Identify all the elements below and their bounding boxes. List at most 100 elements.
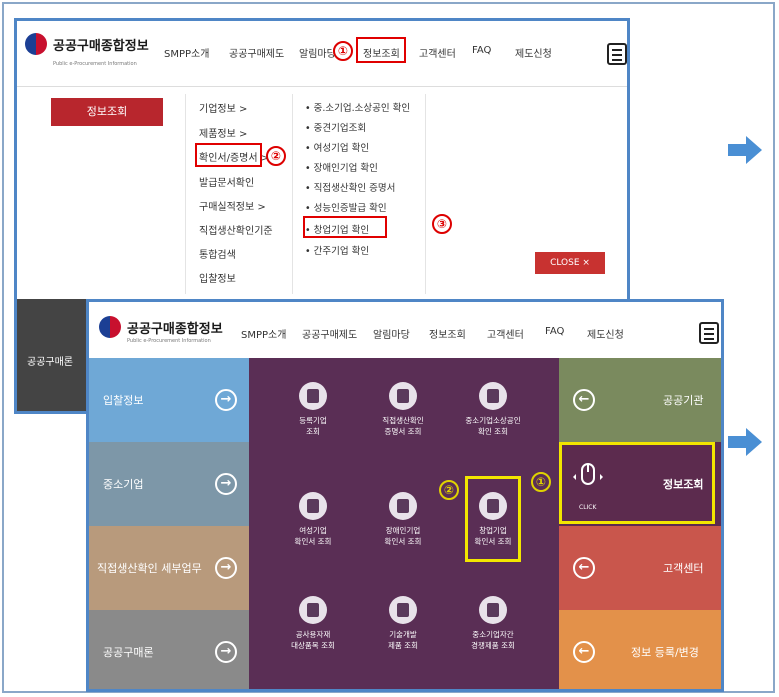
arrow-right-icon xyxy=(728,136,762,164)
highlight-certificates xyxy=(195,143,262,167)
screenshot-main-page: 공공구매종합정보 Public e-Procurement Informatio… xyxy=(86,299,724,692)
nav-support[interactable]: 고객센터 xyxy=(487,326,524,341)
nav-info[interactable]: 정보조회 xyxy=(429,326,466,341)
submenu-disabled[interactable]: • 장애인기업 확인 xyxy=(305,160,378,174)
left-menu-column: 입찰정보 → 중소기업 → 직접생산확인 세부업무 → 공공구매론 → xyxy=(89,358,249,689)
step-marker-3: ③ xyxy=(432,214,452,234)
nav-system[interactable]: 공공구매제도 xyxy=(229,45,284,60)
arrow-right-circle-icon[interactable]: → xyxy=(215,641,237,663)
right-block-label: 정보 등록/변경 xyxy=(631,646,699,659)
arrow-left-circle-icon[interactable]: ← xyxy=(573,641,595,663)
submenu-deemed[interactable]: • 간주기업 확인 xyxy=(305,243,369,257)
tile-direct-production-cert[interactable]: 직접생산확인 증명서 조회 xyxy=(363,382,443,437)
highlight-info-block xyxy=(559,442,715,524)
tile-label: 등록기업 조회 xyxy=(299,416,327,436)
left-block-direct-production[interactable]: 직접생산확인 세부업무 → xyxy=(89,526,249,610)
building-search-icon xyxy=(299,382,327,410)
left-block-label: 중소기업 xyxy=(103,478,144,491)
close-button[interactable]: CLOSE × xyxy=(535,252,605,274)
tile-label: 여성기업 확인서 조회 xyxy=(294,526,332,546)
submenu-performance[interactable]: • 성능인증발급 확인 xyxy=(305,200,387,214)
logo-subtitle: Public e-Procurement Information xyxy=(127,338,211,344)
menu-product-info[interactable]: 제품정보 > xyxy=(199,125,247,140)
submenu-sme-check[interactable]: • 중.소기업.소상공인 확인 xyxy=(305,100,410,114)
nav-faq[interactable]: FAQ xyxy=(472,45,491,56)
menu-bid-info[interactable]: 입찰정보 xyxy=(199,270,236,285)
nav-proposal[interactable]: 제도신청 xyxy=(515,45,552,60)
arrow-right-icon xyxy=(728,428,762,456)
submenu-midsize[interactable]: • 중견기업조회 xyxy=(305,120,366,134)
tile-disabled-company[interactable]: 장애인기업 확인서 조회 xyxy=(363,492,443,547)
nav-faq[interactable]: FAQ xyxy=(545,326,564,337)
site-header: 공공구매종합정보 Public e-Procurement Informatio… xyxy=(89,302,721,358)
menu-direct-production[interactable]: 직접생산확인기준 xyxy=(199,222,273,237)
hamburger-menu-icon[interactable] xyxy=(607,43,627,65)
arrow-left-circle-icon[interactable]: ← xyxy=(573,389,595,411)
right-block-label: 고객센터 xyxy=(663,562,704,575)
nav-smpp[interactable]: SMPP소개 xyxy=(241,326,286,341)
tile-construction-material[interactable]: 공사용자재 대상품목 조회 xyxy=(273,596,353,651)
submenu-direct-cert[interactable]: • 직접생산확인 증명서 xyxy=(305,180,395,194)
left-block-sme[interactable]: 중소기업 → xyxy=(89,442,249,526)
tile-label: 장애인기업 확인서 조회 xyxy=(384,526,422,546)
highlight-startup xyxy=(303,216,387,238)
arrow-left-circle-icon[interactable]: ← xyxy=(573,557,595,579)
logo-emblem-icon xyxy=(99,316,121,338)
dropdown-title-button[interactable]: 정보조회 xyxy=(51,98,163,126)
step-marker-2: ② xyxy=(266,146,286,166)
step-marker-2: ② xyxy=(439,480,459,500)
step-marker-1: ① xyxy=(531,472,551,492)
left-block-bid[interactable]: 입찰정보 → xyxy=(89,358,249,442)
menu-company-info[interactable]: 기업정보 > xyxy=(199,100,247,115)
cart-icon xyxy=(299,596,327,624)
tile-label: 기술개발 제품 조회 xyxy=(388,630,418,650)
nav-proposal[interactable]: 제도신청 xyxy=(587,326,624,341)
submenu-women[interactable]: • 여성기업 확인 xyxy=(305,140,369,154)
center-tile-panel: 등록기업 조회 직접생산확인 증명서 조회 중소기업소상공인 확인 조회 여성기… xyxy=(249,358,559,689)
nav-notice[interactable]: 알림마당 xyxy=(373,326,410,341)
right-block-public[interactable]: ← 공공기관 xyxy=(559,358,721,442)
left-block-label: 입찰정보 xyxy=(103,394,144,407)
tile-sme-competition[interactable]: 중소기업자간 경쟁제품 조회 xyxy=(453,596,533,651)
site-header: 공공구매종합정보 Public e-Procurement Informatio… xyxy=(17,21,627,87)
logo-title: 공공구매종합정보 xyxy=(127,321,223,337)
nav-system[interactable]: 공공구매제도 xyxy=(302,326,357,341)
arrow-right-circle-icon[interactable]: → xyxy=(215,473,237,495)
document-search-icon xyxy=(479,596,507,624)
tile-label: 중소기업소상공인 확인 조회 xyxy=(465,416,521,436)
arrow-right-circle-icon[interactable]: → xyxy=(215,557,237,579)
person-check-icon xyxy=(479,382,507,410)
left-block-label: 공공구매론 xyxy=(103,646,154,659)
tile-label: 중소기업자간 경쟁제품 조회 xyxy=(471,630,515,650)
site-logo[interactable]: 공공구매종합정보 xyxy=(25,33,149,55)
tile-tech-product[interactable]: 기술개발 제품 조회 xyxy=(363,596,443,651)
left-block-theory[interactable]: 공공구매론 → xyxy=(89,610,249,689)
menu-issued-docs[interactable]: 발급문서확인 xyxy=(199,174,254,189)
hamburger-menu-icon[interactable] xyxy=(699,322,719,344)
tile-sme-check[interactable]: 중소기업소상공인 확인 조회 xyxy=(453,382,533,437)
logo-subtitle: Public e-Procurement Information xyxy=(53,61,137,67)
nav-support[interactable]: 고객센터 xyxy=(419,45,456,60)
nav-smpp[interactable]: SMPP소개 xyxy=(164,45,209,60)
site-logo[interactable]: 공공구매종합정보 xyxy=(99,316,223,338)
menu-purchase-record[interactable]: 구매실적정보 > xyxy=(199,198,266,213)
factory-icon xyxy=(389,382,417,410)
nav-notice[interactable]: 알림마당 xyxy=(299,45,336,60)
tile-registered-company[interactable]: 등록기업 조회 xyxy=(273,382,353,437)
tile-label: 공사용자재 대상품목 조회 xyxy=(291,630,335,650)
divider xyxy=(185,94,186,294)
step-marker-1: ① xyxy=(333,41,353,61)
arrow-right-circle-icon[interactable]: → xyxy=(215,389,237,411)
right-block-support[interactable]: ← 고객센터 xyxy=(559,526,721,610)
divider xyxy=(292,94,293,294)
person-search-icon xyxy=(299,492,327,520)
tile-women-company[interactable]: 여성기업 확인서 조회 xyxy=(273,492,353,547)
logo-emblem-icon xyxy=(25,33,47,55)
right-block-label: 공공기관 xyxy=(663,394,704,407)
info-dropdown-panel: 정보조회 기업정보 > 제품정보 > 확인서/증명서 > ② 발급문서확인 구매… xyxy=(17,88,627,298)
right-menu-column: ← 공공기관 CLICK 정보조회 ← 고객센터 ← 정보 등록/변경 xyxy=(559,358,721,689)
tile-label: 직접생산확인 증명서 조회 xyxy=(382,416,424,436)
menu-integrated-search[interactable]: 통합검색 xyxy=(199,246,236,261)
right-block-register[interactable]: ← 정보 등록/변경 xyxy=(559,610,721,689)
divider xyxy=(425,94,426,294)
